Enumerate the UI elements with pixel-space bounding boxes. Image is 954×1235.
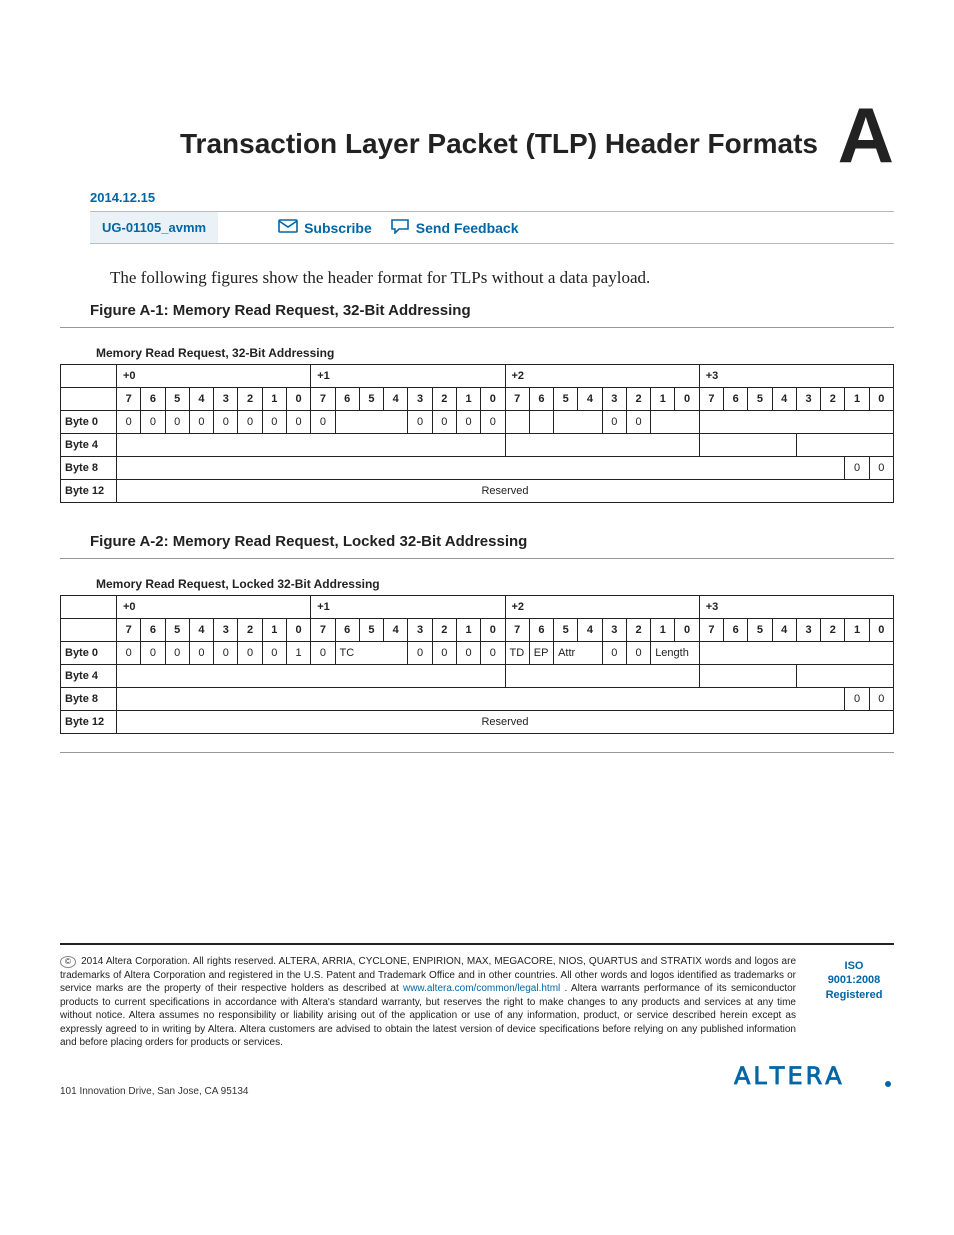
address: 101 Innovation Drive, San Jose, CA 95134	[60, 1086, 248, 1097]
bottom-row: 101 Innovation Drive, San Jose, CA 95134…	[60, 1056, 894, 1097]
page-title: Transaction Layer Packet (TLP) Header Fo…	[180, 128, 818, 160]
figure-a1-caption: Memory Read Request, 32-Bit Addressing	[96, 346, 894, 360]
footer: © 2014 Altera Corporation. All rights re…	[60, 943, 894, 1050]
mail-icon	[278, 219, 298, 236]
altera-logo-text: 𝖠𝖫𝖳𝖤𝖱𝖠	[734, 1063, 845, 1090]
subscribe-label: Subscribe	[304, 220, 372, 236]
feedback-label: Send Feedback	[416, 220, 519, 236]
appendix-letter: A	[838, 100, 894, 170]
subscribe-link[interactable]: Subscribe	[278, 219, 372, 236]
doc-bar: UG-01105_avmm Subscribe Send Feedback	[90, 211, 894, 244]
iso-badge[interactable]: ISO 9001:2008 Registered	[814, 955, 894, 1050]
figure-a1-label: Figure A-1: Memory Read Request, 32-Bit …	[90, 302, 894, 319]
comment-icon	[390, 218, 410, 237]
altera-logo: 𝖠𝖫𝖳𝖤𝖱𝖠	[734, 1056, 894, 1097]
meta-row: 2014.12.15 UG-01105_avmm Subscribe Send …	[90, 190, 894, 244]
figure-a2-table: +0 +1 +2 +3 76543210 76543210 76543210 7…	[60, 595, 894, 734]
doc-id: UG-01105_avmm	[90, 212, 218, 243]
figure-a2: Figure A-2: Memory Read Request, Locked …	[60, 533, 894, 753]
intro-text: The following figures show the header fo…	[110, 268, 894, 288]
legal-text: © 2014 Altera Corporation. All rights re…	[60, 955, 796, 1050]
page-header: Transaction Layer Packet (TLP) Header Fo…	[60, 100, 894, 170]
feedback-link[interactable]: Send Feedback	[390, 218, 519, 237]
figure-a2-label: Figure A-2: Memory Read Request, Locked …	[90, 533, 894, 550]
doc-date: 2014.12.15	[90, 190, 894, 205]
figure-a1: Figure A-1: Memory Read Request, 32-Bit …	[60, 302, 894, 503]
legal-link[interactable]: www.altera.com/common/legal.html	[403, 983, 560, 994]
figure-a2-caption: Memory Read Request, Locked 32-Bit Addre…	[96, 577, 894, 591]
figure-a1-table: +0 +1 +2 +3 76543210 76543210 76543210 7…	[60, 364, 894, 503]
